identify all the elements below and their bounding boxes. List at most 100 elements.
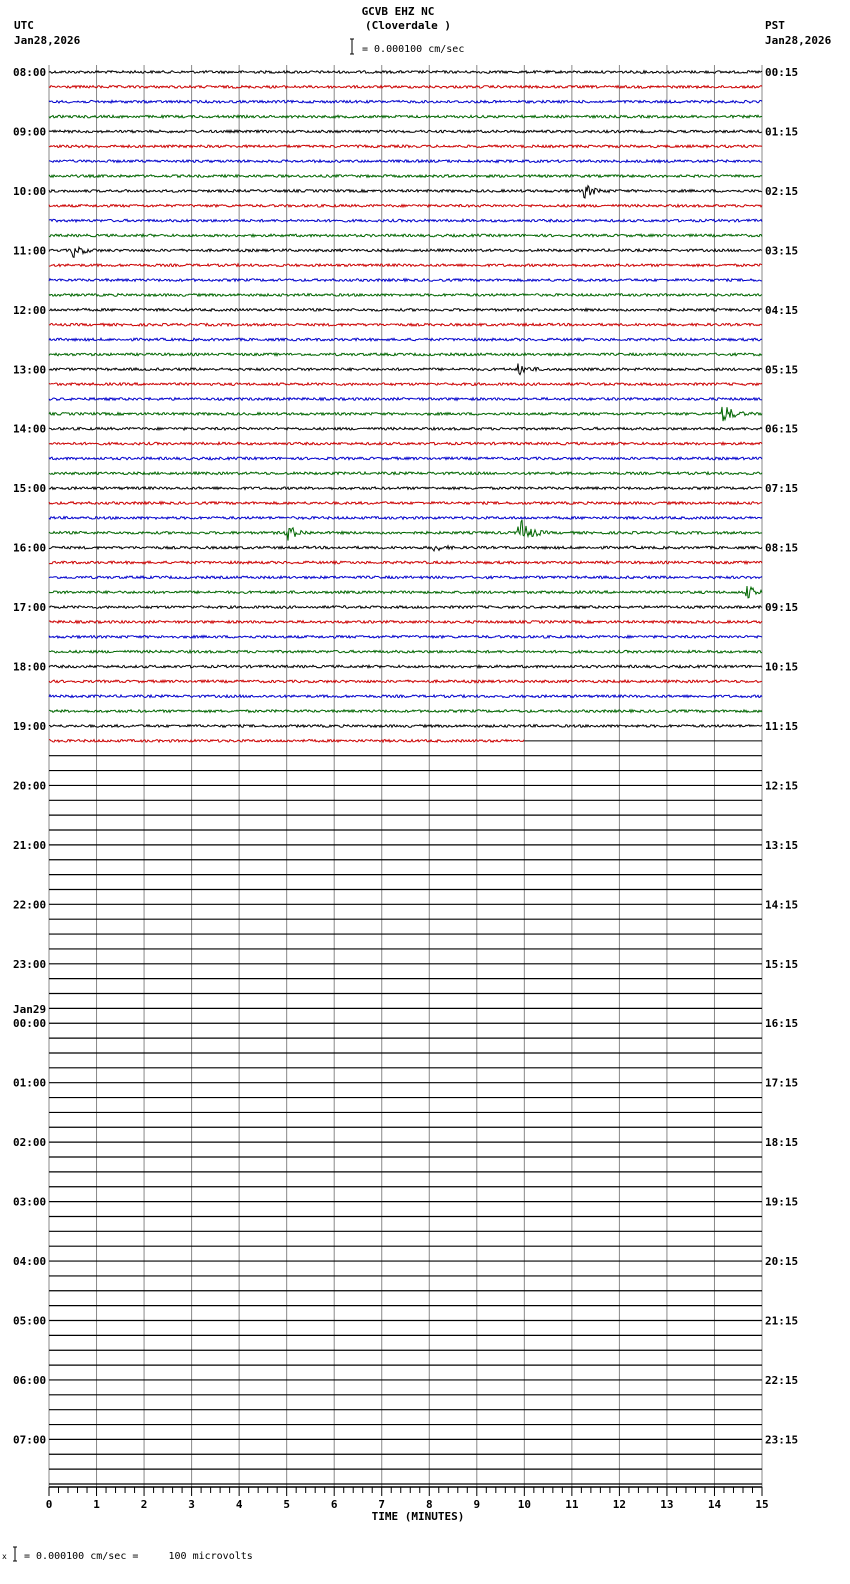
x-axis-title: TIME (MINUTES) (372, 1510, 465, 1523)
utc-hour-label: 02:00 (13, 1136, 46, 1149)
pst-hour-label: 02:15 (765, 185, 798, 198)
x-tick-label: 13 (660, 1498, 673, 1511)
seismic-trace (48, 351, 763, 357)
x-tick-label: 1 (93, 1498, 100, 1511)
left-date: Jan28,2026 (14, 34, 81, 47)
x-tick-label: 2 (141, 1498, 148, 1511)
seismic-trace (49, 708, 763, 714)
pst-hour-label: 13:15 (765, 839, 798, 852)
seismic-trace (48, 678, 763, 684)
utc-hour-label: 08:00 (13, 66, 46, 79)
seismic-trace (48, 232, 763, 239)
seismic-trace (48, 426, 763, 432)
pst-hour-label: 01:15 (765, 125, 798, 138)
utc-hour-label: 17:00 (13, 601, 46, 614)
pst-hour-label: 06:15 (765, 423, 798, 436)
x-tick-label: 9 (473, 1498, 480, 1511)
seismic-trace (48, 455, 763, 461)
x-tick-label: 4 (236, 1498, 243, 1511)
pst-hour-label: 19:15 (765, 1196, 798, 1209)
pst-hour-label: 17:15 (765, 1077, 798, 1090)
pst-hour-label: 23:15 (765, 1433, 798, 1446)
footer-scale-label: = 0.000100 cm/sec = 100 microvolts (24, 1551, 253, 1562)
pst-hour-label: 10:15 (765, 661, 798, 674)
right-timezone: PST (765, 19, 785, 32)
seismic-trace (48, 440, 763, 447)
seismic-trace (48, 143, 763, 149)
seismic-trace (48, 619, 763, 625)
seismic-trace (48, 292, 763, 298)
seismic-trace (48, 515, 763, 521)
seismic-trace (48, 649, 763, 655)
seismic-trace (48, 245, 763, 258)
seismic-trace (48, 663, 763, 670)
utc-hour-label: 19:00 (13, 720, 46, 733)
left-timezone: UTC (14, 19, 34, 32)
x-tick-label: 5 (283, 1498, 290, 1511)
seismic-trace (48, 381, 763, 387)
x-tick-label: 6 (331, 1498, 338, 1511)
pst-hour-label: 12:15 (765, 779, 798, 792)
right-date: Jan28,2026 (765, 34, 832, 47)
seismic-trace (48, 218, 763, 224)
seismic-trace (48, 500, 763, 506)
utc-hour-label: 06:00 (13, 1374, 46, 1387)
seismic-trace (49, 307, 763, 313)
utc-hour-label: 09:00 (13, 125, 46, 138)
utc-hour-label: 18:00 (13, 661, 46, 674)
utc-hour-label: 16:00 (13, 542, 46, 555)
scale-bar-icon (350, 38, 354, 55)
utc-hour-label: 20:00 (13, 779, 46, 792)
footer-mark: x (2, 1552, 7, 1561)
seismic-trace (48, 585, 763, 599)
seismic-trace (48, 470, 763, 476)
utc-hour-label: 12:00 (13, 304, 46, 317)
utc-hour-label: 03:00 (13, 1196, 46, 1209)
seismic-trace (49, 723, 763, 729)
seismic-trace (48, 262, 763, 268)
x-axis: 0 1 2 3 4 5 6 7 8 9 10 11 12 13 14 15 (46, 1486, 769, 1511)
seismic-trace (48, 544, 763, 553)
x-tick-label: 14 (708, 1498, 722, 1511)
trace-rows (48, 69, 763, 1485)
pst-hour-label: 00:15 (765, 66, 798, 79)
utc-hour-label: 15:00 (13, 482, 46, 495)
seismic-trace (48, 69, 763, 75)
pst-hour-label: 14:15 (765, 898, 798, 911)
seismic-trace (48, 277, 762, 283)
utc-hour-label: 11:00 (13, 244, 46, 257)
utc-hour-label: 04:00 (13, 1255, 46, 1268)
x-tick-label: 11 (565, 1498, 579, 1511)
x-tick-label: 10 (518, 1498, 531, 1511)
pst-hour-label: 04:15 (765, 304, 798, 317)
pst-hour-label: 18:15 (765, 1136, 798, 1149)
pst-hour-label: 05:15 (765, 363, 798, 376)
seismic-trace (48, 203, 763, 209)
pst-hour-label: 03:15 (765, 244, 798, 257)
pst-hour-label: 20:15 (765, 1255, 798, 1268)
seismic-trace (48, 574, 763, 580)
pst-hour-label: 21:15 (765, 1315, 798, 1328)
seismic-trace (48, 634, 763, 640)
utc-hour-label: 22:00 (13, 898, 46, 911)
utc-hour-label: 13:00 (13, 363, 46, 376)
pst-hour-label: 11:15 (765, 720, 798, 733)
seismic-trace (48, 99, 763, 105)
seismic-trace (48, 519, 763, 541)
footer-scale-bar-icon (13, 1546, 17, 1562)
pst-hour-label: 15:15 (765, 958, 798, 971)
x-tick-label: 12 (613, 1498, 626, 1511)
seismic-trace (48, 114, 763, 120)
seismic-trace (48, 693, 763, 699)
seismic-trace (48, 485, 763, 491)
utc-hour-label: 01:00 (13, 1077, 46, 1090)
station-title: GCVB EHZ NC (362, 5, 435, 18)
scale-label: = 0.000100 cm/sec (362, 44, 464, 55)
seismic-trace (48, 173, 763, 179)
seismic-trace (48, 337, 763, 343)
pst-hour-label: 22:15 (765, 1374, 798, 1387)
utc-hour-label: 21:00 (13, 839, 46, 852)
station-location: (Cloverdale ) (365, 19, 451, 32)
x-tick-label: 0 (46, 1498, 53, 1511)
seismic-trace (48, 129, 763, 134)
